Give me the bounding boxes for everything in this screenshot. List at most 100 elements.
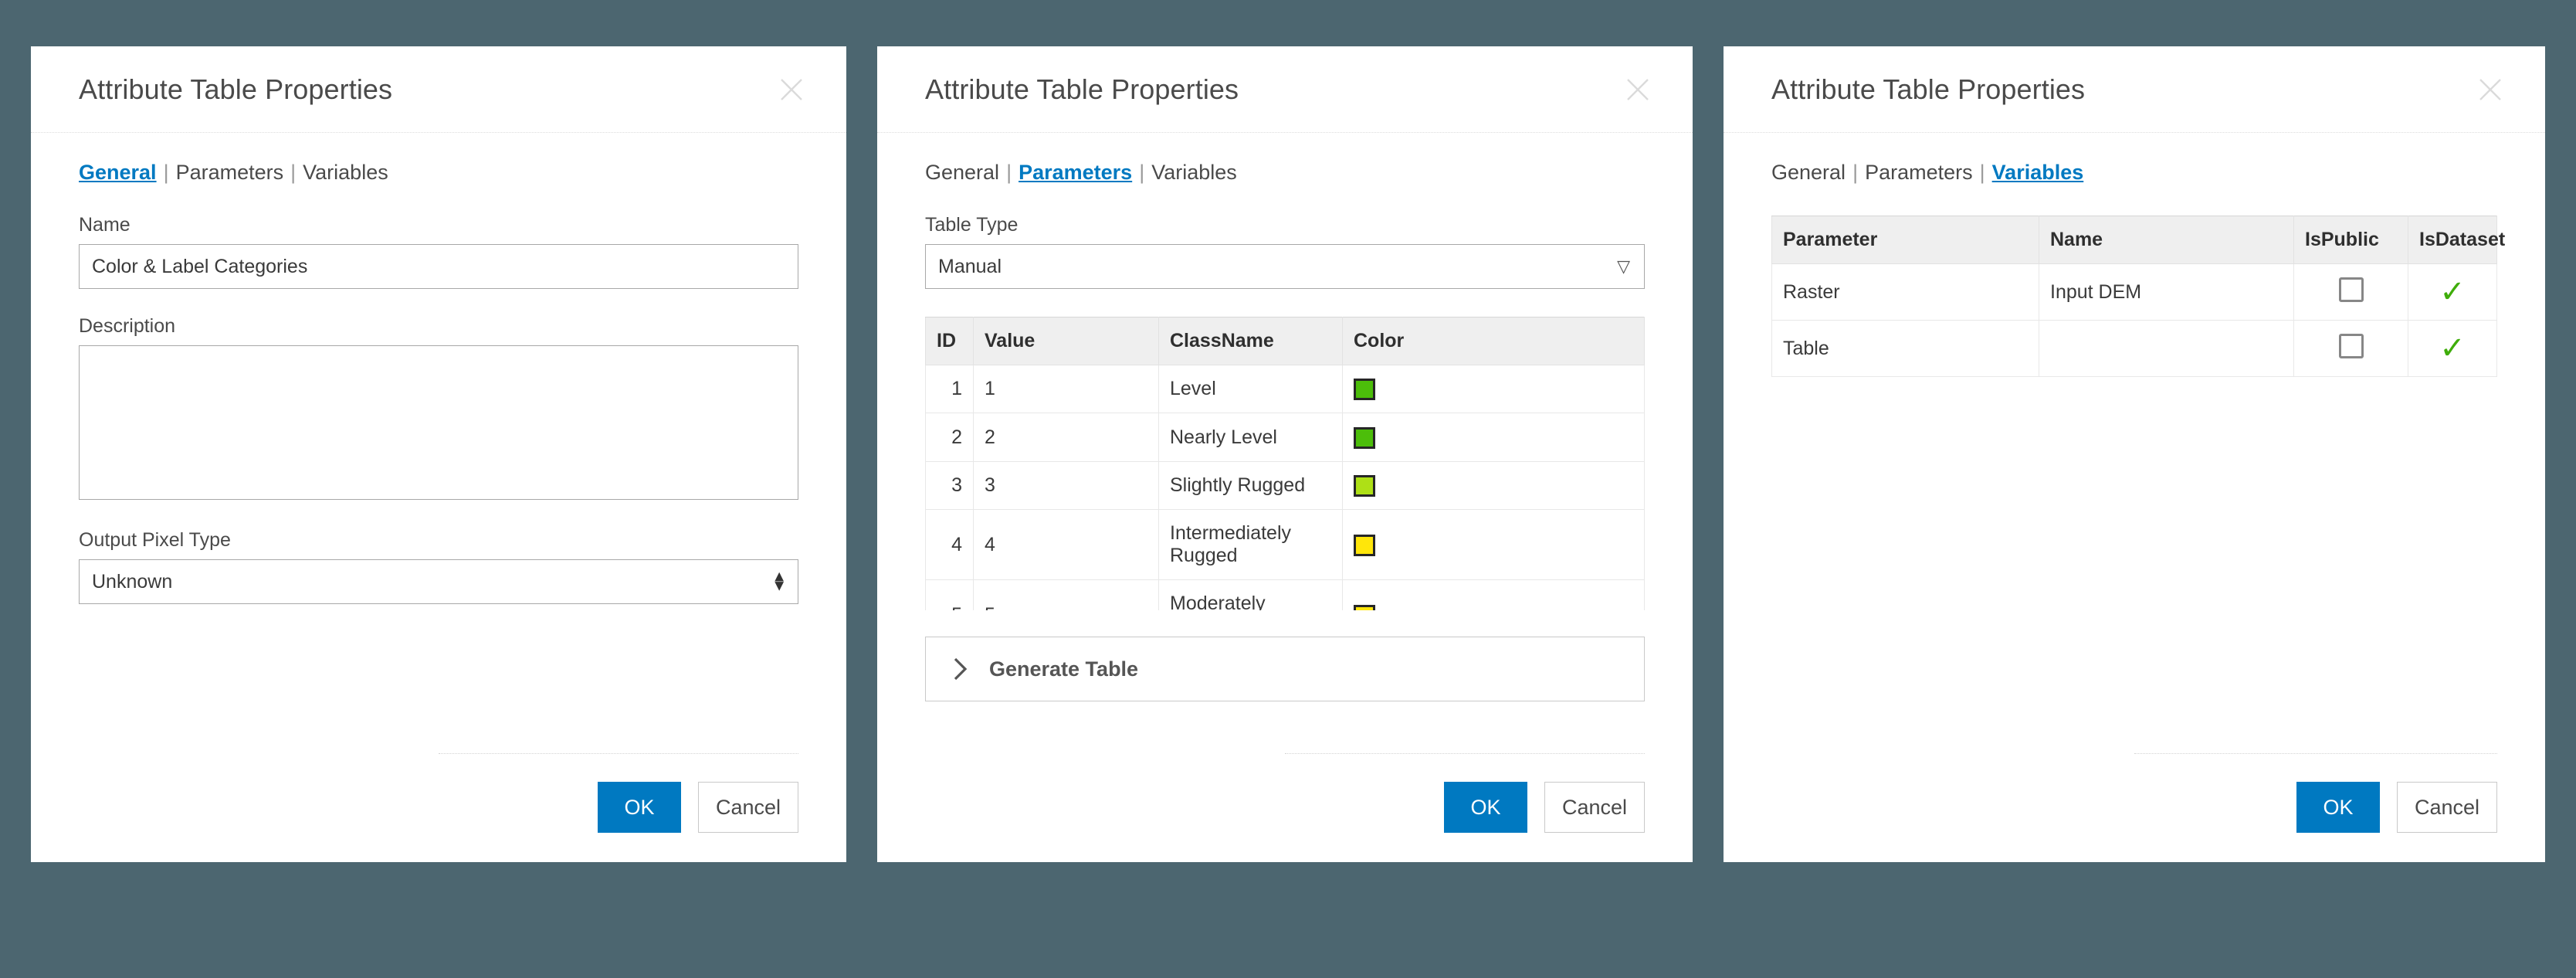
table-header-row: Parameter Name IsPublic IsDataset (1771, 216, 2505, 264)
dialog-tabs: General | Parameters | Variables (925, 162, 1645, 183)
cell-id: 4 (925, 509, 974, 581)
color-swatch[interactable] (1354, 379, 1375, 401)
dialog-tabs: General | Parameters | Variables (1771, 162, 2497, 183)
generate-table-accordion[interactable]: Generate Table (925, 637, 1645, 701)
description-label: Description (79, 315, 176, 337)
cell-ispublic[interactable] (2293, 263, 2408, 321)
cell-color[interactable] (1342, 460, 1645, 511)
chevron-down-icon[interactable]: ▽ (1617, 256, 1630, 277)
tab-variables[interactable]: Variables (1992, 161, 2084, 184)
cell-value[interactable]: 3 (973, 460, 1159, 511)
footer-buttons: OK Cancel (79, 782, 798, 833)
cell-value[interactable]: 1 (973, 364, 1159, 414)
output-pixel-type-value: Unknown (92, 570, 173, 593)
cancel-button[interactable]: Cancel (697, 782, 798, 833)
tab-general[interactable]: General (79, 161, 157, 184)
tab-parameters[interactable]: Parameters (1019, 161, 1132, 184)
cell-classname[interactable]: Nearly Level (1158, 413, 1343, 462)
column-header-isdataset: IsDataset (2408, 216, 2505, 264)
page-title: Attribute Table Properties (79, 73, 393, 105)
color-swatch[interactable] (1354, 604, 1375, 610)
variables-table: Parameter Name IsPublic IsDataset Raster… (1771, 216, 2505, 377)
page-title: Attribute Table Properties (925, 73, 1239, 105)
table-type-value: Manual (938, 255, 1002, 277)
chevron-right-icon (952, 656, 969, 682)
dialog-body: General | Parameters | Variables Name Color … (31, 133, 846, 753)
name-input[interactable]: Color & Label Categories (79, 244, 798, 289)
dialog-footer: OK Cancel (877, 753, 1693, 862)
tab-variables[interactable]: Variables (303, 161, 388, 184)
class-table-scroll-region[interactable]: ID Value ClassName Color 1 1 Level 2 2 N… (925, 317, 1645, 610)
tab-general[interactable]: General (1771, 161, 1846, 184)
cancel-button[interactable]: Cancel (2396, 782, 2497, 833)
column-header-value: Value (973, 317, 1159, 365)
cell-name[interactable]: Input DEM (2039, 263, 2294, 321)
column-header-name: Name (2039, 216, 2294, 264)
tab-separator: | (163, 161, 169, 184)
cell-value[interactable]: 4 (973, 509, 1159, 581)
tab-general[interactable]: General (925, 161, 999, 184)
color-swatch[interactable] (1354, 475, 1375, 497)
tab-parameters[interactable]: Parameters (1865, 161, 1973, 184)
close-icon[interactable] (1622, 73, 1654, 106)
name-label: Name (79, 214, 130, 236)
cell-classname[interactable]: Moderately Rugged (1158, 579, 1343, 610)
cell-classname[interactable]: Intermediately Rugged (1158, 509, 1343, 581)
cell-classname[interactable]: Level (1158, 364, 1343, 414)
column-header-color: Color (1342, 317, 1645, 365)
tab-separator: | (1852, 161, 1859, 184)
cell-classname[interactable]: Slightly Rugged (1158, 460, 1343, 511)
footer-divider (2134, 753, 2497, 754)
cell-isdataset: ✓ (2408, 320, 2497, 377)
close-icon[interactable] (2474, 73, 2507, 106)
check-icon: ✓ (2439, 275, 2466, 309)
color-swatch[interactable] (1354, 534, 1375, 556)
output-pixel-type-select[interactable]: Unknown ▲ ▼ (79, 559, 798, 604)
cell-value[interactable]: 5 (973, 579, 1159, 610)
table-row[interactable]: 5 5 Moderately Rugged (925, 579, 1645, 610)
table-row[interactable]: 4 4 Intermediately Rugged (925, 509, 1645, 581)
table-row[interactable]: 3 3 Slightly Rugged (925, 460, 1645, 511)
dialog-header: Attribute Table Properties (1724, 46, 2545, 133)
table-row[interactable]: 1 1 Level (925, 364, 1645, 414)
ispublic-checkbox[interactable] (2338, 333, 2364, 358)
cell-id: 3 (925, 460, 974, 511)
cell-color[interactable] (1342, 413, 1645, 462)
dialog-body: General | Parameters | Variables Parameter N… (1724, 133, 2545, 753)
ispublic-checkbox[interactable] (2338, 277, 2364, 302)
tab-separator: | (1979, 161, 1985, 184)
dialog-tabs: General | Parameters | Variables (79, 162, 798, 183)
class-table: ID Value ClassName Color 1 1 Level 2 2 N… (925, 317, 1645, 610)
cell-name[interactable] (2039, 320, 2294, 377)
close-icon[interactable] (775, 73, 808, 106)
footer-buttons: OK Cancel (1771, 782, 2497, 833)
table-row[interactable]: Raster Input DEM ✓ (1771, 263, 2497, 321)
table-header-row: ID Value ClassName Color (925, 317, 1645, 365)
cell-id: 1 (925, 364, 974, 414)
spinner-arrows-icon[interactable]: ▲ ▼ (771, 569, 787, 595)
cell-color[interactable] (1342, 509, 1645, 581)
dialog-footer: OK Cancel (31, 753, 846, 862)
tab-variables[interactable]: Variables (1151, 161, 1237, 184)
color-swatch[interactable] (1354, 426, 1375, 449)
page-title: Attribute Table Properties (1771, 73, 2086, 105)
cell-color[interactable] (1342, 579, 1645, 610)
description-textarea[interactable] (79, 345, 798, 500)
column-header-parameter: Parameter (1771, 216, 2039, 264)
ok-button[interactable]: OK (1443, 782, 1527, 833)
cell-ispublic[interactable] (2293, 320, 2408, 377)
spinner-down-icon[interactable]: ▼ (771, 579, 787, 595)
check-icon: ✓ (2439, 331, 2466, 365)
tab-parameters[interactable]: Parameters (176, 161, 284, 184)
cell-color[interactable] (1342, 364, 1645, 414)
tab-separator: | (1139, 161, 1145, 184)
table-row[interactable]: 2 2 Nearly Level (925, 413, 1645, 462)
table-row[interactable]: Table ✓ (1771, 320, 2497, 377)
table-type-select[interactable]: Manual ▽ (925, 244, 1645, 289)
ok-button[interactable]: OK (597, 782, 681, 833)
cell-value[interactable]: 2 (973, 413, 1159, 462)
ok-button[interactable]: OK (2296, 782, 2380, 833)
cancel-button[interactable]: Cancel (1544, 782, 1645, 833)
attribute-table-properties-dialog-parameters: Attribute Table Properties General | Param… (877, 46, 1693, 862)
